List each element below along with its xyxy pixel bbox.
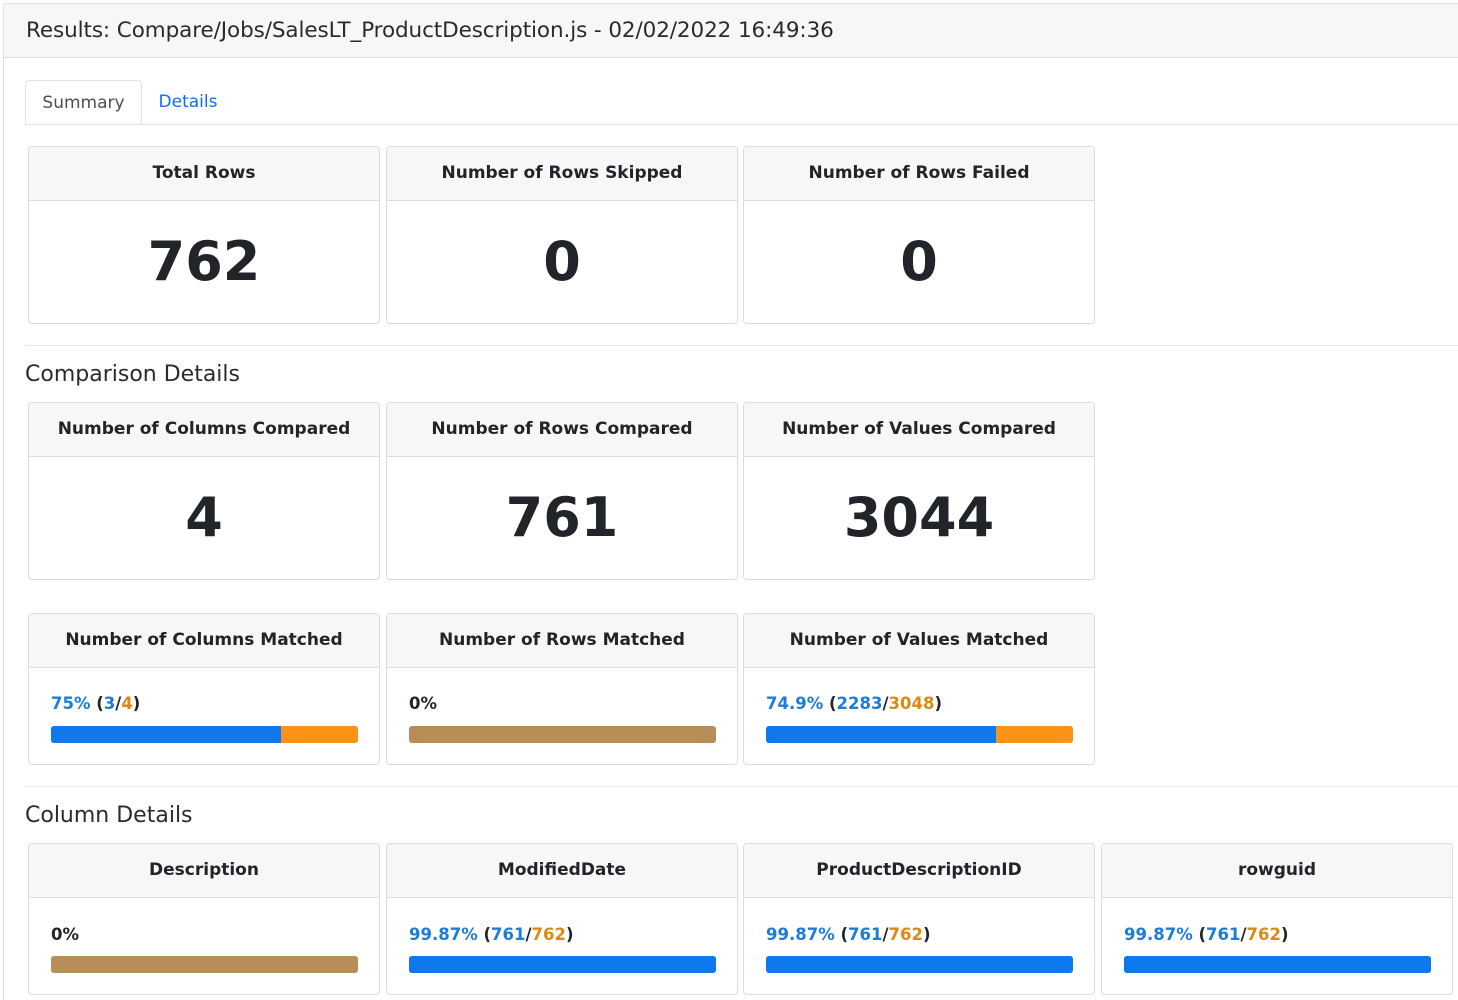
match-stats: 99.87% (761/762) [766,925,931,944]
match-percent: 0% [409,694,438,713]
tabs-divider [25,124,1458,125]
column-card-rowguid: rowguid 99.87% (761/762) [1101,843,1453,995]
column-card-productdescriptionid: ProductDescriptionID 99.87% (761/762) [743,843,1095,995]
card-title: Number of Rows Failed [744,147,1094,201]
match-progress-bar [51,956,358,973]
tab-summary[interactable]: Summary [25,80,142,125]
match-progress-bar [1124,956,1431,973]
card-title: Total Rows [29,147,379,201]
total-count: 3048 [888,694,935,713]
matched-segment [766,726,996,743]
total-rows-card: Total Rows 762 [28,146,380,324]
column-card-modifieddate: ModifiedDate 99.87% (761/762) [386,843,738,995]
matched-count: 761 [848,925,883,944]
card-title: rowguid [1102,844,1452,898]
card-title: ProductDescriptionID [744,844,1094,898]
card-value: 761 [505,486,619,549]
matched-segment [766,956,1073,973]
match-stats: 74.9% (2283/3048) [766,694,942,713]
total-count: 762 [888,925,923,944]
columns-compared-card: Number of Columns Compared 4 [28,402,380,580]
card-title: Description [29,844,379,898]
card-value: 0 [543,230,581,293]
card-title: Number of Columns Compared [29,403,379,457]
card-title: ModifiedDate [387,844,737,898]
match-stats: 0% [51,925,79,944]
match-progress-bar [51,726,358,743]
tab-details[interactable]: Details [142,80,234,125]
matched-count: 3 [103,694,116,713]
card-value: 3044 [843,486,995,549]
results-header: Results: Compare/Jobs/SalesLT_ProductDes… [3,3,1458,58]
matched-segment [409,956,716,973]
match-percent: 74.9% [766,694,824,713]
results-title: Results: Compare/Jobs/SalesLT_ProductDes… [26,18,834,43]
card-title: Number of Columns Matched [29,614,379,668]
match-progress-bar [766,726,1073,743]
match-stats: 99.87% (761/762) [1124,925,1289,944]
columns-matched-card: Number of Columns Matched 75% (3/4) [28,613,380,765]
values-compared-card: Number of Values Compared 3044 [743,402,1095,580]
total-count: 762 [531,925,566,944]
column-details-title: Column Details [25,803,193,828]
unmatched-segment [995,726,1073,743]
total-count: 4 [121,694,133,713]
match-percent: 0% [51,925,80,944]
match-stats: 75% (3/4) [51,694,141,713]
match-stats: 0% [409,694,437,713]
match-progress-bar [409,956,716,973]
card-title: Number of Values Matched [744,614,1094,668]
match-percent: 99.87% [409,925,478,944]
card-value: 4 [185,486,223,549]
card-title: Number of Rows Matched [387,614,737,668]
card-value: 0 [900,230,938,293]
panel-border [3,58,4,1000]
match-stats: 99.87% (761/762) [409,925,574,944]
card-title: Number of Values Compared [744,403,1094,457]
total-count: 762 [1246,925,1281,944]
values-matched-card: Number of Values Matched 74.9% (2283/304… [743,613,1095,765]
matched-count: 761 [491,925,526,944]
divider [25,345,1458,346]
match-percent: 99.87% [1124,925,1193,944]
matched-count: 761 [1206,925,1241,944]
rows-failed-card: Number of Rows Failed 0 [743,146,1095,324]
match-progress-bar [409,726,716,743]
rows-matched-card: Number of Rows Matched 0% [386,613,738,765]
comparison-details-title: Comparison Details [25,362,240,387]
unmatched-segment [281,726,358,743]
column-card-description: Description 0% [28,843,380,995]
card-title: Number of Rows Skipped [387,147,737,201]
matched-count: 2283 [836,694,883,713]
card-title: Number of Rows Compared [387,403,737,457]
rows-skipped-card: Number of Rows Skipped 0 [386,146,738,324]
matched-segment [51,726,282,743]
matched-segment [1124,956,1431,973]
divider [25,786,1458,787]
match-progress-bar [766,956,1073,973]
rows-compared-card: Number of Rows Compared 761 [386,402,738,580]
match-percent: 75% [51,694,91,713]
card-value: 762 [147,230,261,293]
match-percent: 99.87% [766,925,835,944]
